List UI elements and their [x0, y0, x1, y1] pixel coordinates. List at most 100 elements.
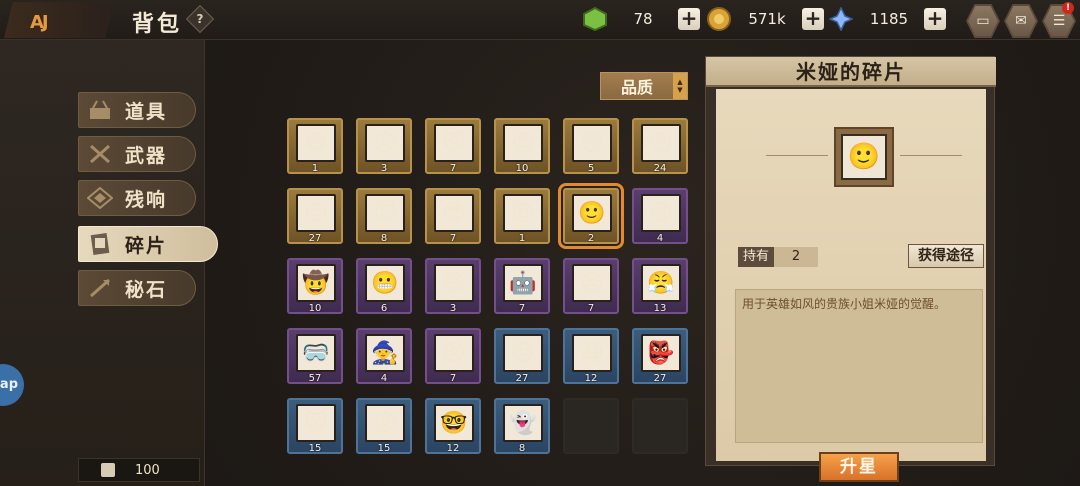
fragment-slot[interactable]: 😌 1 — [494, 188, 550, 244]
fragment-count: 1 — [518, 233, 526, 244]
fragment-description: 用于英雄如风的贵族小姐米娅的觉醒。 — [735, 289, 983, 443]
fragment-slot[interactable]: 😼 7 — [425, 118, 481, 174]
fragment-slot[interactable]: 😶 24 — [632, 118, 688, 174]
add-crystal-button[interactable]: + — [924, 8, 946, 30]
fragment-count: 4 — [380, 373, 388, 384]
resource-gold-coin: 571k + — [706, 6, 824, 32]
stone-icon — [83, 273, 117, 303]
hero-portrait: 😐 — [365, 124, 405, 162]
hero-portrait: 🧙 — [365, 334, 405, 372]
hero-portrait: 🤖 — [503, 264, 543, 302]
fragment-slot[interactable]: 😐 3 — [356, 118, 412, 174]
fragment-slot[interactable]: 👺 27 — [632, 328, 688, 384]
fragment-count: 7 — [449, 233, 457, 244]
sidebar-item-items[interactable]: 道具 — [78, 92, 196, 128]
owned-label: 持有 — [738, 247, 774, 267]
gold-coin-count: 571k — [748, 10, 786, 28]
fragment-slot[interactable]: 🧙 4 — [356, 328, 412, 384]
upgrade-star-button[interactable]: 升星 — [819, 452, 899, 482]
hero-portrait: 🙂 — [572, 194, 612, 232]
chat-button[interactable]: ▭ — [966, 4, 1000, 38]
fragment-slot[interactable]: 🤓 12 — [425, 398, 481, 454]
sort-dropdown[interactable]: 品质 ▲ ▼ — [600, 72, 688, 100]
echo-icon — [83, 183, 117, 213]
fragment-count: 27 — [515, 373, 529, 384]
hero-portrait: 😑 — [296, 194, 336, 232]
chat-icon: ▭ — [968, 6, 998, 36]
fragment-count: 10 — [515, 163, 529, 174]
sidebar-item-label: 武器 — [125, 144, 168, 167]
fragment-count: 1 — [311, 163, 319, 174]
fragment-count: 4 — [656, 233, 664, 244]
fragment-count: 27 — [653, 373, 667, 384]
detail-panel: 米娅的碎片 🙂 持有 2 获得途径 用于英雄如风的贵族小姐米娅的觉醒。 升星 — [705, 56, 996, 482]
hero-portrait: 😠 — [434, 334, 474, 372]
hero-portrait: 🤓 — [434, 404, 474, 442]
fragment-slot[interactable]: 🙂 2 — [558, 183, 624, 249]
fragment-slot[interactable]: 😎 7 — [425, 188, 481, 244]
fragment-slot[interactable]: 😒 7 — [563, 258, 619, 314]
fragment-count: 27 — [308, 233, 322, 244]
hero-portrait: 😷 — [572, 334, 612, 372]
fragment-icon — [83, 229, 117, 259]
hero-portrait: 😆 — [641, 194, 681, 232]
fragment-slot[interactable]: 😔 27 — [494, 328, 550, 384]
empty-slot — [632, 398, 688, 454]
question-icon: ? — [196, 12, 204, 26]
fragment-count: 6 — [380, 303, 388, 314]
fragment-slot[interactable]: 🤠 10 — [287, 258, 343, 314]
top-bar: AJ 背包 ? 78 + 571k + 1185 + ▭ ✉ ☰ ! — [0, 0, 1080, 40]
portrait-face: 🙂 — [841, 134, 887, 180]
fragment-slot[interactable]: 🤖 7 — [494, 258, 550, 314]
hero-portrait: 😇 — [365, 194, 405, 232]
resource-green-gem: 78 + — [582, 6, 700, 32]
fragment-slot[interactable]: 🥽 57 — [287, 328, 343, 384]
sidebar-item-runestones[interactable]: 秘石 — [78, 270, 196, 306]
fragment-count: 5 — [587, 163, 595, 174]
fragment-count: 7 — [587, 303, 595, 314]
sidebar-item-fragments[interactable]: 碎片 — [78, 226, 218, 262]
fragment-count: 7 — [449, 373, 457, 384]
fragment-slot[interactable]: 😃 3 — [425, 258, 481, 314]
resource-crystal: 1185 + — [828, 6, 946, 32]
bag-icon — [101, 463, 115, 477]
mail-button[interactable]: ✉ — [1004, 4, 1038, 38]
fragment-count: 12 — [446, 443, 460, 454]
fragment-slot[interactable]: 😸 15 — [287, 398, 343, 454]
add-green-gem-button[interactable]: + — [678, 8, 700, 30]
fragment-slot[interactable]: 😊 10 — [494, 118, 550, 174]
fragment-count: 2 — [587, 233, 595, 244]
hero-portrait: 😃 — [434, 264, 474, 302]
fragment-slot[interactable]: 😆 4 — [632, 188, 688, 244]
fragment-slot[interactable]: 😤 13 — [632, 258, 688, 314]
fragment-slot[interactable]: 😑 27 — [287, 188, 343, 244]
back-button[interactable]: AJ — [4, 2, 114, 38]
fragment-slot[interactable]: 😇 8 — [356, 188, 412, 244]
fragment-count: 8 — [518, 443, 526, 454]
fragment-slot[interactable]: 👻 8 — [494, 398, 550, 454]
page-title: 背包 — [132, 12, 183, 37]
sidebar-item-label: 秘石 — [125, 278, 168, 301]
fragment-slot[interactable]: 😏 5 — [563, 118, 619, 174]
fragment-count: 10 — [308, 303, 322, 314]
fragment-slot[interactable]: 😬 6 — [356, 258, 412, 314]
help-button[interactable]: ? — [185, 4, 215, 34]
sidebar-item-echoes[interactable]: 残响 — [78, 180, 196, 216]
acquire-source-button[interactable]: 获得途径 — [908, 244, 984, 268]
hero-portrait: 😜 — [365, 404, 405, 442]
hero-portrait: 🥽 — [296, 334, 336, 372]
add-gold-coin-button[interactable]: + — [802, 8, 824, 30]
fragment-slot[interactable]: 😄 1 — [287, 118, 343, 174]
fragment-slot[interactable]: 😜 15 — [356, 398, 412, 454]
basket-icon — [83, 95, 117, 125]
fragment-count: 57 — [308, 373, 322, 384]
empty-slot — [563, 398, 619, 454]
notification-badge: ! — [1062, 2, 1074, 14]
hero-portrait: 😼 — [434, 124, 474, 162]
sidebar-item-weapons[interactable]: 武器 — [78, 136, 196, 172]
hero-portrait: 😤 — [641, 264, 681, 302]
fragment-slot[interactable]: 😷 12 — [563, 328, 619, 384]
fragment-slot[interactable]: 😠 7 — [425, 328, 481, 384]
hero-portrait: 😎 — [434, 194, 474, 232]
gold-coin-icon — [706, 6, 732, 32]
